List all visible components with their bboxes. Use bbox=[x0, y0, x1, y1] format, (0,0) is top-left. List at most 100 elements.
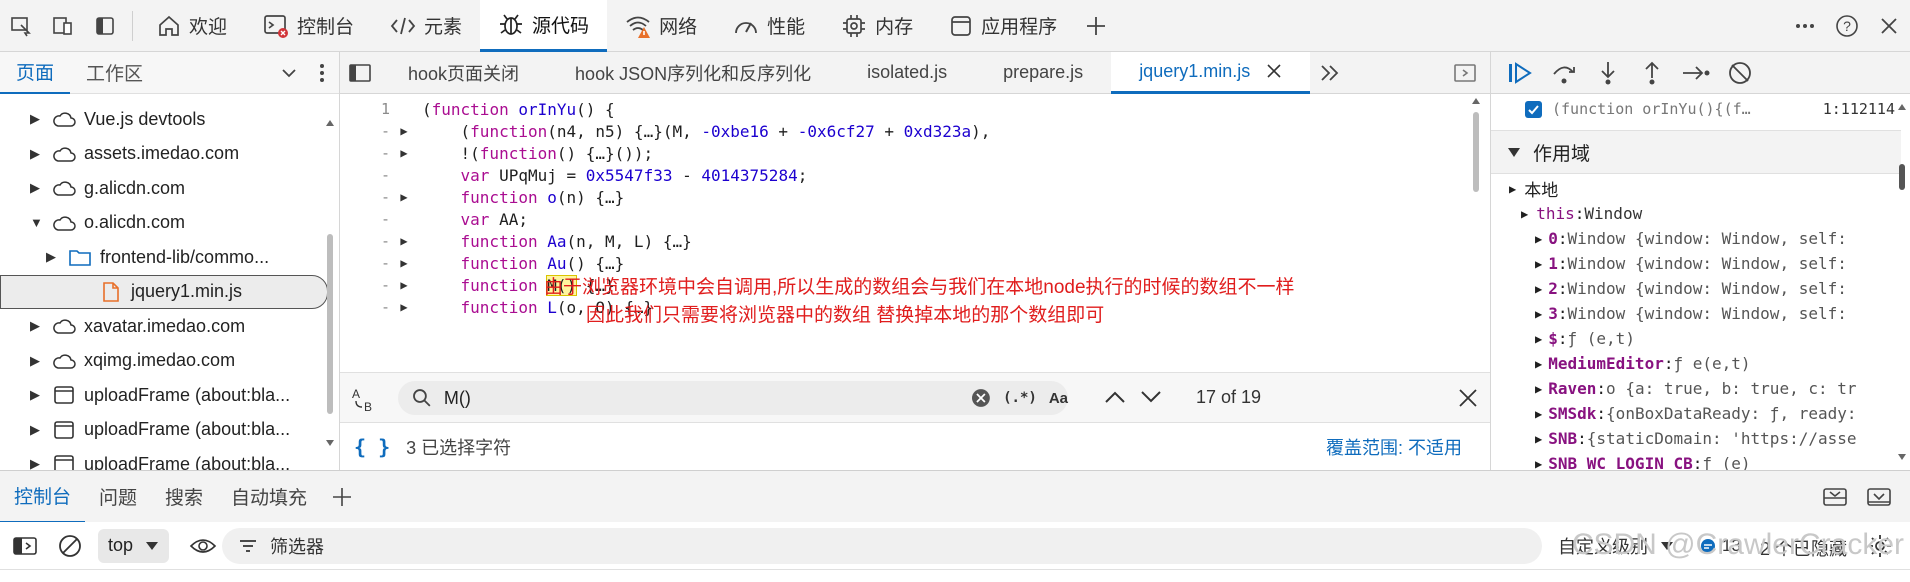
deactivate-breakpoints-icon[interactable] bbox=[1721, 54, 1759, 92]
add-tool-icon[interactable] bbox=[1075, 0, 1117, 52]
line-number[interactable]: - bbox=[340, 254, 390, 272]
collapsed-arrow-icon[interactable]: ▶ bbox=[1535, 307, 1542, 321]
tab-memory[interactable]: 内存 bbox=[823, 0, 931, 52]
toggle-debugger-icon[interactable] bbox=[1440, 63, 1490, 83]
line-number[interactable]: 1 bbox=[340, 100, 390, 118]
scope-property[interactable]: ▶ SNB_WC_LOGIN_CB: ƒ (e) bbox=[1491, 451, 1891, 470]
collapsed-arrow-icon[interactable]: ▶ bbox=[1535, 282, 1542, 296]
tab-network[interactable]: 网络 bbox=[607, 0, 715, 52]
scope-this[interactable]: ▶ this: Window bbox=[1491, 201, 1891, 226]
step-over-icon[interactable] bbox=[1545, 54, 1583, 92]
collapsed-arrow-icon[interactable]: ▶ bbox=[1509, 182, 1516, 196]
context-selector[interactable]: top bbox=[98, 528, 170, 563]
help-icon[interactable]: ? bbox=[1826, 0, 1868, 52]
clear-console-icon[interactable] bbox=[58, 534, 82, 558]
previous-match-icon[interactable] bbox=[1104, 388, 1126, 406]
regex-toggle[interactable]: (.*) bbox=[1003, 390, 1037, 406]
resume-icon[interactable] bbox=[1501, 54, 1539, 92]
toggle-sidebar-icon[interactable] bbox=[84, 0, 126, 52]
search-input[interactable] bbox=[443, 387, 960, 409]
more-tools-icon[interactable] bbox=[1784, 0, 1826, 52]
tree-item[interactable]: ▼ o.alicdn.com bbox=[0, 206, 328, 241]
show-sidebar-icon[interactable] bbox=[12, 535, 38, 557]
line-number[interactable]: - bbox=[340, 298, 390, 316]
collapsed-arrow-icon[interactable]: ▶ bbox=[30, 111, 44, 127]
collapsed-arrow-icon[interactable]: ▶ bbox=[30, 146, 44, 162]
fold-arrow-icon[interactable]: ▶ bbox=[390, 256, 418, 270]
search-field[interactable]: (.*) Aa bbox=[398, 381, 1068, 415]
fold-arrow-icon[interactable]: ▶ bbox=[390, 124, 418, 138]
eye-icon[interactable] bbox=[189, 536, 217, 556]
step-into-icon[interactable] bbox=[1589, 54, 1627, 92]
debugger-scrollbar[interactable] bbox=[1896, 94, 1908, 470]
drawer-tab-console[interactable]: 控制台 bbox=[0, 471, 86, 523]
collapsed-arrow-icon[interactable]: ▶ bbox=[30, 318, 44, 334]
code-line[interactable]: - ▶ !(function() {…}()); bbox=[340, 142, 1470, 164]
collapsed-arrow-icon[interactable]: ▶ bbox=[30, 180, 44, 196]
checkbox-checked-icon[interactable] bbox=[1525, 100, 1542, 118]
collapsed-arrow-icon[interactable]: ▶ bbox=[30, 456, 44, 470]
close-drawer-icon[interactable] bbox=[1866, 486, 1892, 508]
tab-sources[interactable]: 源代码 bbox=[480, 0, 608, 52]
collapsed-arrow-icon[interactable]: ▶ bbox=[30, 422, 44, 438]
code-line[interactable]: - ▶ function o(n) {…} bbox=[340, 186, 1470, 208]
scope-property[interactable]: ▶ Raven: o {a: true, b: true, c: tr bbox=[1491, 376, 1891, 401]
tree-item[interactable]: ▶ xqimg.imedao.com bbox=[0, 344, 328, 379]
tree-item[interactable]: jquery1.min.js bbox=[0, 274, 328, 309]
line-number[interactable]: - bbox=[340, 144, 390, 162]
line-number[interactable]: - bbox=[340, 210, 390, 228]
drawer-tab-search[interactable]: 搜索 bbox=[151, 471, 217, 523]
step-out-icon[interactable] bbox=[1633, 54, 1671, 92]
tab-workspace[interactable]: 工作区 bbox=[70, 52, 159, 94]
pretty-print-icon[interactable]: { } bbox=[354, 435, 390, 459]
tab-page[interactable]: 页面 bbox=[0, 52, 71, 94]
collapsed-arrow-icon[interactable]: ▶ bbox=[1535, 332, 1542, 346]
scope-property[interactable]: ▶ SNB: {staticDomain: 'https://asse bbox=[1491, 426, 1891, 451]
replace-toggle-icon[interactable]: AB bbox=[350, 385, 378, 418]
console-filter[interactable]: 筛选器 bbox=[222, 528, 1542, 564]
close-search-icon[interactable] bbox=[1458, 388, 1478, 408]
fold-arrow-icon[interactable]: ▶ bbox=[390, 146, 418, 160]
tree-item[interactable]: ▶ frontend-lib/commo... bbox=[0, 240, 328, 275]
tree-item[interactable]: ▶ assets.imedao.com bbox=[0, 137, 328, 172]
line-number[interactable]: - bbox=[340, 166, 390, 184]
match-case-toggle[interactable]: Aa bbox=[1049, 390, 1068, 407]
line-number[interactable]: - bbox=[340, 188, 390, 206]
code-line[interactable]: - ▶ (function(n4, n5) {…}(M, -0xbe16 + -0… bbox=[340, 120, 1470, 142]
toggle-navigator-icon[interactable] bbox=[340, 63, 380, 83]
code-line[interactable]: - var UPqMuj = 0x5547f33 - 4014375284; bbox=[340, 164, 1470, 186]
line-number[interactable]: - bbox=[340, 276, 390, 294]
drawer-tab-autofill[interactable]: 自动填充 bbox=[217, 471, 321, 523]
fold-arrow-icon[interactable]: ▶ bbox=[390, 300, 418, 314]
tree-item[interactable]: ▶ g.alicdn.com bbox=[0, 171, 328, 206]
tab-application[interactable]: 应用程序 bbox=[931, 0, 1075, 52]
scope-property[interactable]: ▶ 3: Window {window: Window, self: bbox=[1491, 301, 1891, 326]
collapsed-arrow-icon[interactable]: ▶ bbox=[1535, 357, 1542, 371]
file-tab[interactable]: hook JSON序列化和反序列化 bbox=[547, 52, 839, 94]
drawer-tab-issues[interactable]: 问题 bbox=[85, 471, 151, 523]
code-line[interactable]: - ▶ function Au() {…} bbox=[340, 252, 1470, 274]
tab-console[interactable]: 控制台 bbox=[245, 0, 372, 52]
file-tab-active[interactable]: jquery1.min.js bbox=[1111, 51, 1311, 94]
tab-performance[interactable]: 性能 bbox=[715, 0, 823, 52]
file-tab[interactable]: isolated.js bbox=[839, 52, 975, 94]
add-drawer-tab-icon[interactable] bbox=[331, 486, 353, 508]
scope-local[interactable]: ▶ 本地 bbox=[1491, 176, 1891, 201]
next-match-icon[interactable] bbox=[1140, 388, 1162, 406]
fold-arrow-icon[interactable]: ▶ bbox=[390, 190, 418, 204]
code-line[interactable]: - ▶ function Aa(n, M, L) {…} bbox=[340, 230, 1470, 252]
more-tabs-icon[interactable] bbox=[1310, 64, 1350, 82]
coverage-link[interactable]: 覆盖范围: 不适用 bbox=[1326, 434, 1462, 460]
close-devtools-icon[interactable] bbox=[1868, 0, 1910, 52]
tree-item[interactable]: ▶ uploadFrame (about:bla... bbox=[0, 447, 328, 470]
tab-welcome[interactable]: 欢迎 bbox=[139, 0, 245, 52]
clear-search-icon[interactable] bbox=[971, 388, 991, 408]
scope-property[interactable]: ▶ 1: Window {window: Window, self: bbox=[1491, 251, 1891, 276]
collapsed-arrow-icon[interactable]: ▶ bbox=[1535, 432, 1542, 446]
fold-arrow-icon[interactable]: ▶ bbox=[390, 234, 418, 248]
chevron-down-icon[interactable] bbox=[281, 67, 297, 79]
device-emulation-icon[interactable] bbox=[42, 0, 84, 52]
line-number[interactable]: - bbox=[340, 232, 390, 250]
collapsed-arrow-icon[interactable]: ▶ bbox=[46, 249, 60, 265]
scope-property[interactable]: ▶ 0: Window {window: Window, self: bbox=[1491, 226, 1891, 251]
